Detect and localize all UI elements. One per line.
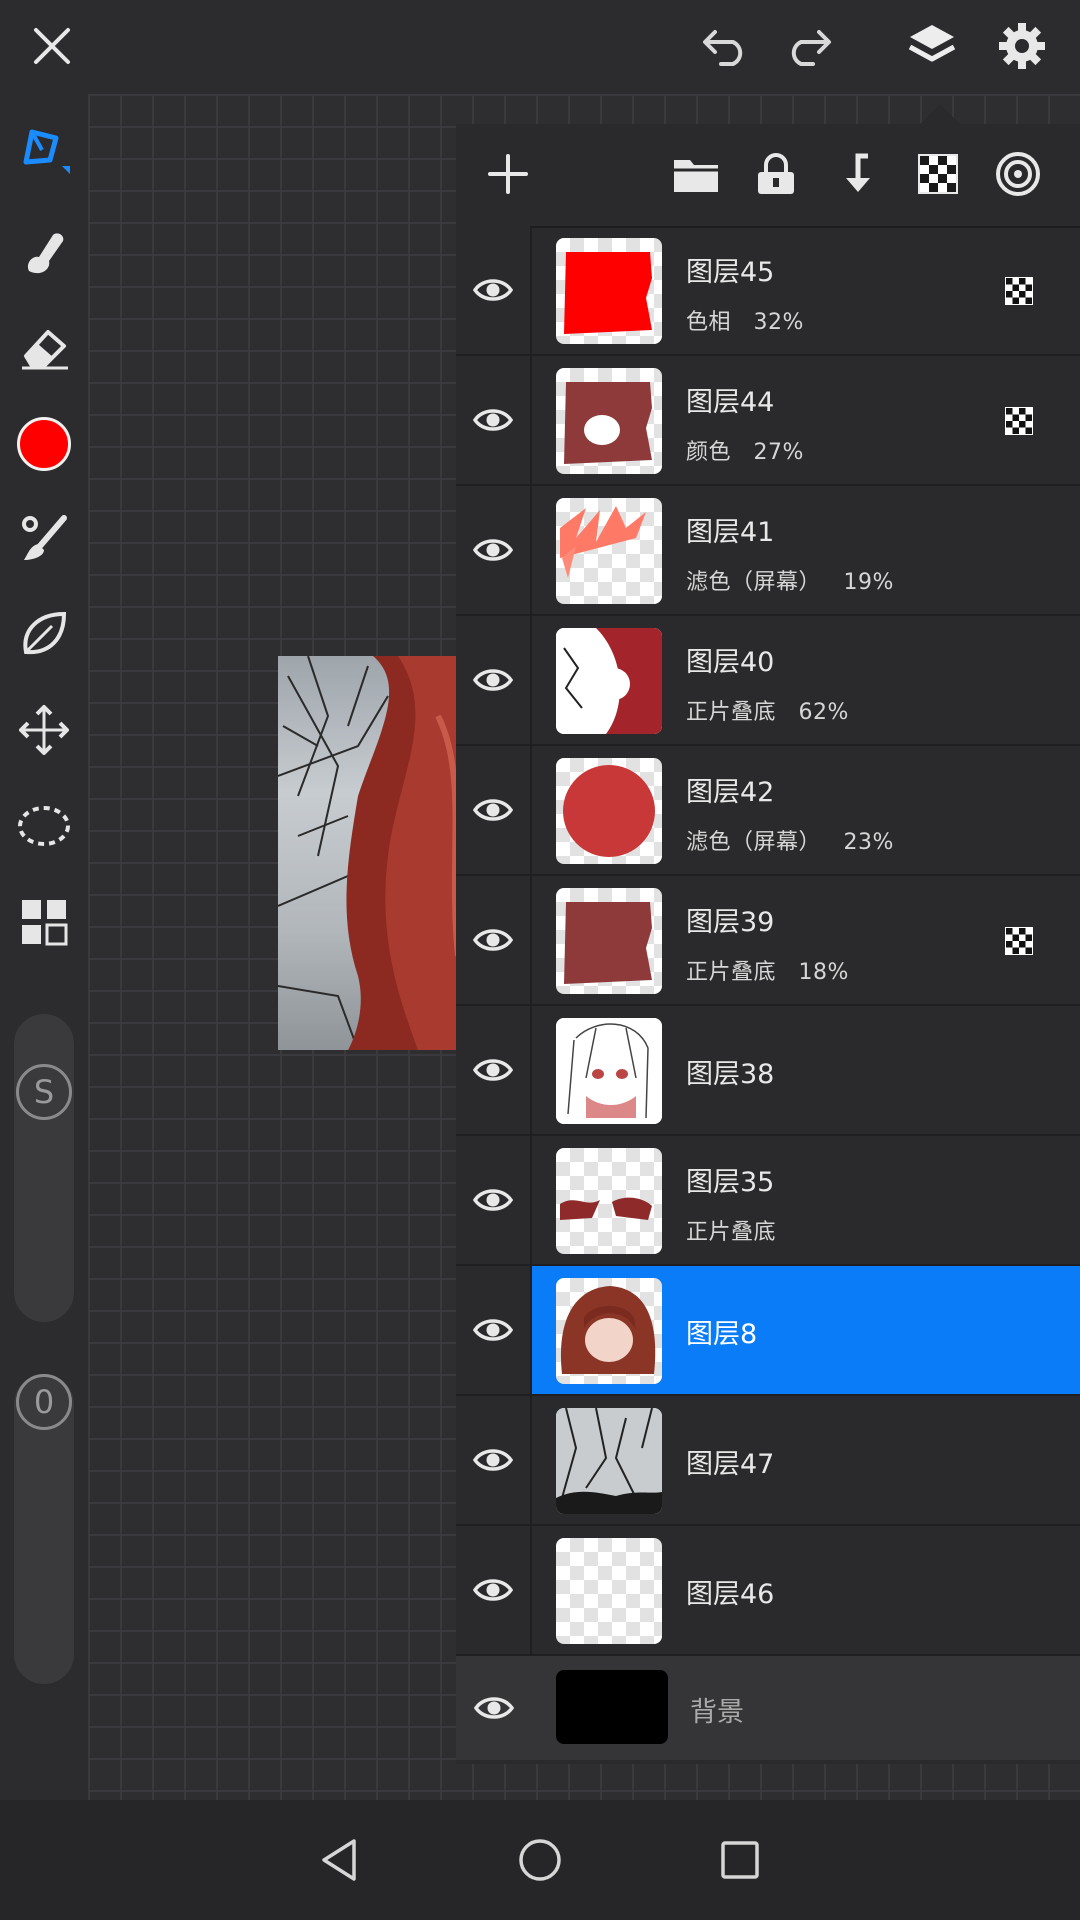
layer-row[interactable]: 图层39 正片叠底 18% <box>456 876 1080 1006</box>
lasso-select-icon[interactable] <box>12 794 76 858</box>
visibility-eye-icon[interactable] <box>456 1136 532 1264</box>
lock-icon[interactable] <box>746 144 806 204</box>
layer-name: 图层44 <box>686 387 775 418</box>
visibility-eye-icon[interactable] <box>456 1266 532 1394</box>
visibility-eye-icon[interactable] <box>456 746 532 874</box>
layer-row[interactable]: 图层46 <box>456 1526 1080 1656</box>
top-toolbar <box>0 0 1080 94</box>
visibility-eye-icon[interactable] <box>456 876 532 1004</box>
layer-blend-mode: 颜色 27% <box>686 440 804 465</box>
layer-name: 图层39 <box>686 907 775 938</box>
layers-icon[interactable] <box>900 14 964 78</box>
redo-icon[interactable] <box>775 14 839 78</box>
brush-icon[interactable] <box>12 506 76 570</box>
layer-row[interactable]: 图层35 正片叠底 <box>456 1136 1080 1266</box>
layer-name: 图层47 <box>686 1449 775 1480</box>
layer-name: 图层40 <box>686 647 775 678</box>
layer-row[interactable]: 图层42 滤色（屏幕） 23% <box>456 746 1080 876</box>
background-layer-row[interactable]: 背景 <box>456 1656 1080 1760</box>
visibility-eye-icon[interactable] <box>456 1006 532 1134</box>
layout-grid-icon[interactable] <box>12 890 76 954</box>
layer-panel: 图层45 色相 32% 图层44 颜色 27% 图层41 滤色（屏幕） 19% … <box>456 124 1080 1764</box>
layer-thumbnail <box>556 1538 662 1644</box>
layer-row[interactable]: 图层41 滤色（屏幕） 19% <box>456 486 1080 616</box>
visibility-eye-icon[interactable] <box>456 226 532 354</box>
home-icon[interactable] <box>510 1830 570 1890</box>
visibility-eye-icon[interactable] <box>456 1656 532 1760</box>
layer-panel-toolbar <box>456 124 1080 228</box>
layer-row[interactable]: 图层44 颜色 27% <box>456 356 1080 486</box>
layer-row[interactable]: 图层45 色相 32% <box>456 226 1080 356</box>
layer-blend-mode: 正片叠底 18% <box>686 960 849 985</box>
layer-name: 图层45 <box>686 257 775 288</box>
visibility-eye-icon[interactable] <box>456 616 532 744</box>
leaf-shape-icon[interactable] <box>12 602 76 666</box>
add-icon[interactable] <box>478 144 538 204</box>
layer-thumbnail <box>556 1018 662 1124</box>
opacity-slider-knob[interactable]: 0 <box>16 1374 72 1430</box>
visibility-eye-icon[interactable] <box>456 486 532 614</box>
layer-name: 图层35 <box>686 1167 775 1198</box>
merge-down-icon[interactable] <box>828 144 888 204</box>
brush-size-slider[interactable]: S <box>14 1014 74 1322</box>
layer-thumbnail <box>556 238 662 344</box>
layer-thumbnail <box>556 1408 662 1514</box>
layer-blend-mode: 滤色（屏幕） 19% <box>686 570 894 595</box>
color-swatch[interactable] <box>12 412 76 476</box>
panel-pointer <box>920 104 960 124</box>
layer-blend-mode: 正片叠底 62% <box>686 700 849 725</box>
close-icon[interactable] <box>20 14 84 78</box>
background-layer-name: 背景 <box>690 1697 744 1728</box>
layer-name: 图层46 <box>686 1579 775 1610</box>
layer-thumbnail <box>556 758 662 864</box>
checker-icon[interactable] <box>908 144 968 204</box>
layer-row[interactable]: 图层38 <box>456 1006 1080 1136</box>
background-color-thumbnail[interactable] <box>556 1670 668 1744</box>
clipping-mask-icon <box>1004 276 1034 306</box>
eraser-icon[interactable] <box>12 316 76 380</box>
current-color <box>17 417 71 471</box>
recents-icon[interactable] <box>710 1830 770 1890</box>
layer-thumbnail <box>556 1148 662 1254</box>
move-transform-icon[interactable] <box>12 698 76 762</box>
clipping-mask-icon <box>1004 926 1034 956</box>
layer-thumbnail <box>556 498 662 604</box>
opacity-slider[interactable]: 0 <box>14 1374 74 1684</box>
layer-row[interactable]: 图层47 <box>456 1396 1080 1526</box>
layer-blend-mode: 正片叠底 <box>686 1220 777 1245</box>
layer-blend-mode: 滤色（屏幕） 23% <box>686 830 894 855</box>
layer-thumbnail <box>556 1278 662 1384</box>
target-icon[interactable] <box>988 144 1048 204</box>
layer-row-selected[interactable]: 图层8 <box>456 1266 1080 1396</box>
layer-row[interactable]: 图层40 正片叠底 62% <box>456 616 1080 746</box>
layer-list: 图层45 色相 32% 图层44 颜色 27% 图层41 滤色（屏幕） 19% … <box>456 226 1080 1760</box>
clipping-mask-icon <box>1004 406 1034 436</box>
layer-name: 图层8 <box>686 1319 758 1350</box>
layer-thumbnail <box>556 628 662 734</box>
layer-thumbnail <box>556 368 662 474</box>
folder-icon[interactable] <box>666 144 726 204</box>
layer-blend-mode: 色相 32% <box>686 310 804 335</box>
layer-name: 图层38 <box>686 1059 775 1090</box>
settings-icon[interactable] <box>990 14 1054 78</box>
back-icon[interactable] <box>310 1830 370 1890</box>
undo-icon[interactable] <box>695 14 759 78</box>
layer-thumbnail <box>556 888 662 994</box>
visibility-eye-icon[interactable] <box>456 356 532 484</box>
smudge-icon[interactable] <box>12 220 76 284</box>
tool-sidebar: S 0 <box>0 94 88 1800</box>
system-nav-bar <box>0 1800 1080 1920</box>
visibility-eye-icon[interactable] <box>456 1526 532 1654</box>
pen-icon[interactable] <box>12 116 76 180</box>
layer-name: 图层42 <box>686 777 775 808</box>
size-slider-knob[interactable]: S <box>16 1064 72 1120</box>
layer-name: 图层41 <box>686 517 775 548</box>
visibility-eye-icon[interactable] <box>456 1396 532 1524</box>
